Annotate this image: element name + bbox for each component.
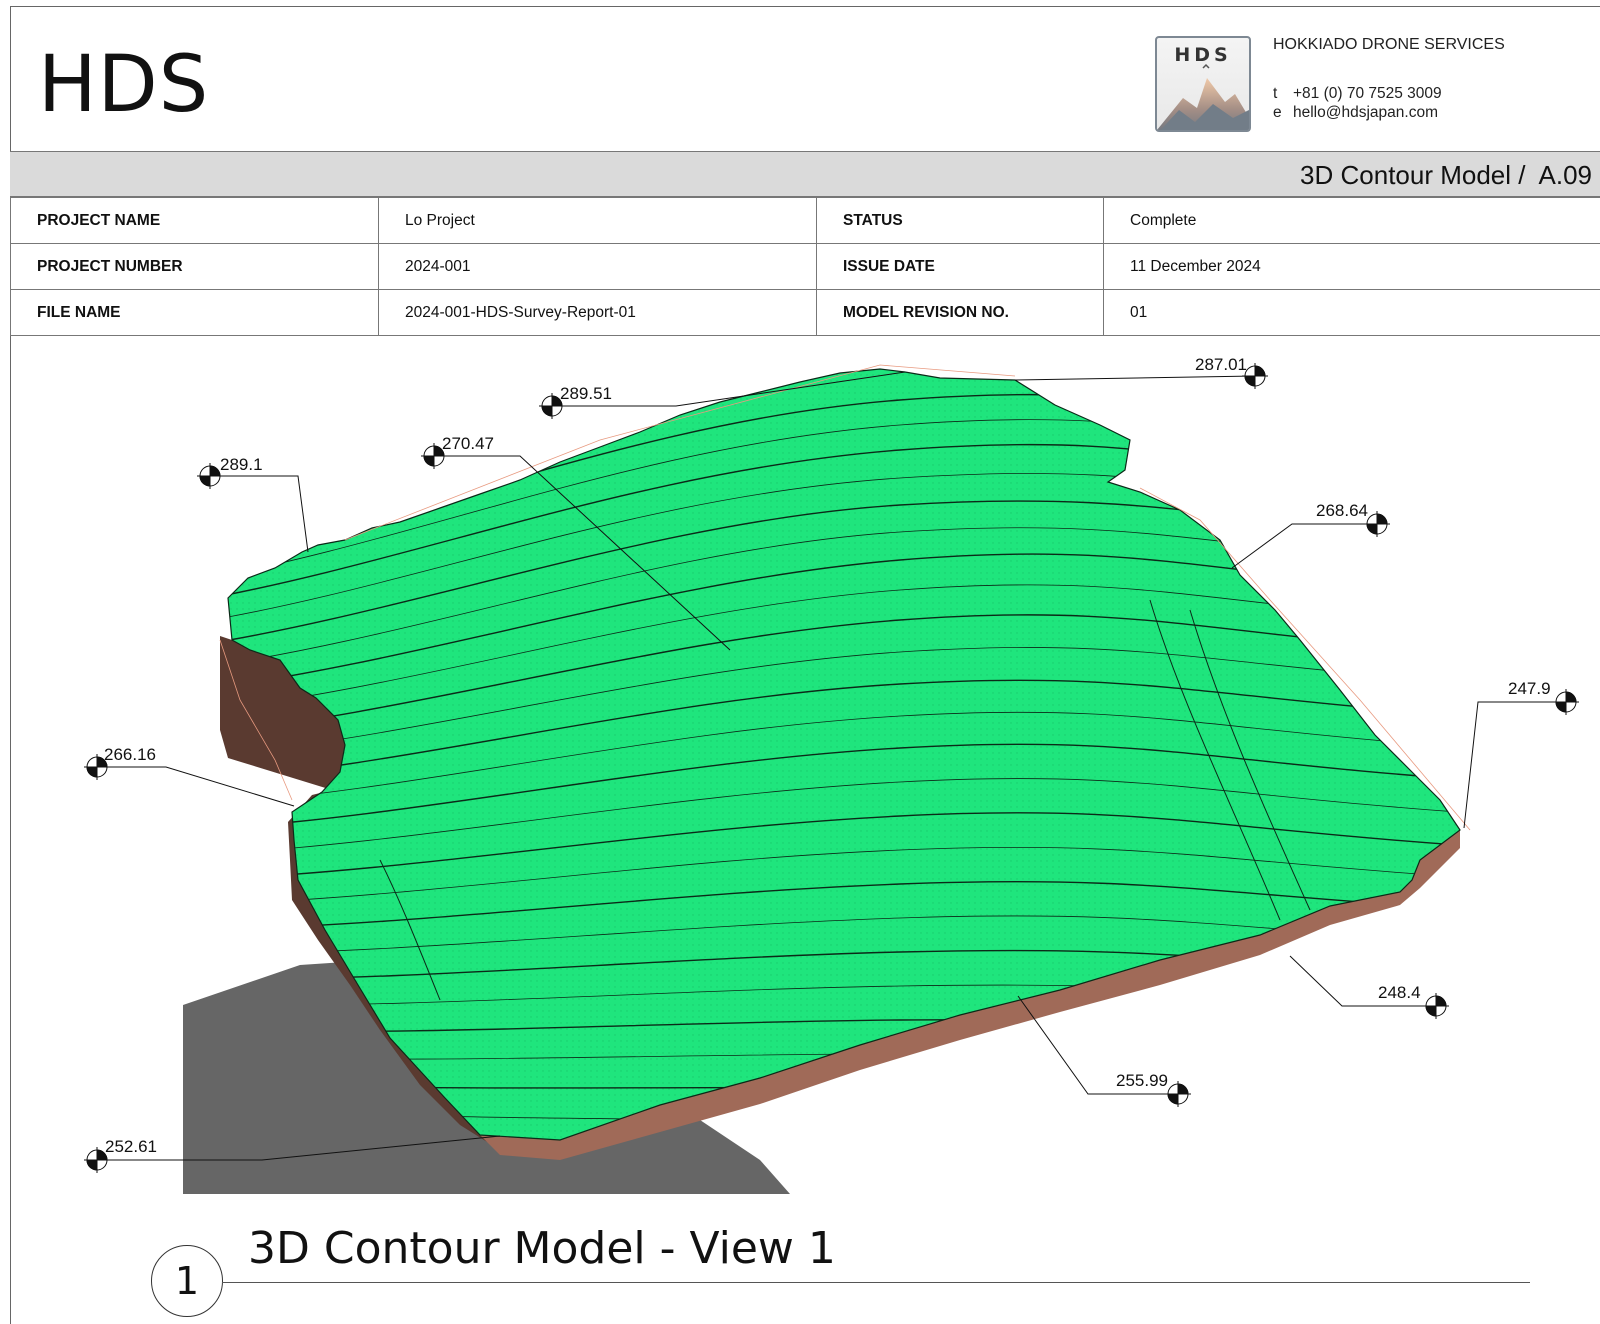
elevation-marker-287-01: 287.01 — [1014, 355, 1268, 389]
elevation-label: 248.4 — [1378, 983, 1421, 1002]
elevation-label: 255.99 — [1116, 1071, 1168, 1090]
elevation-label: 252.61 — [105, 1137, 157, 1156]
elevation-label: 270.47 — [442, 434, 494, 453]
elevation-label: 266.16 — [104, 745, 156, 764]
elevation-label: 289.51 — [560, 384, 612, 403]
elevation-marker-248-4: 248.4 — [1289, 955, 1449, 1019]
elevation-label: 287.01 — [1195, 355, 1247, 374]
elevation-label: 247.9 — [1508, 679, 1551, 698]
view-title: 3D Contour Model - View 1 — [248, 1223, 836, 1274]
elevation-label: 289.1 — [220, 455, 263, 474]
elevation-marker-289-1: 289.1 — [197, 455, 309, 553]
contour-model-drawing: 287.01 289.51 270.47 289.1 268.64 247.9 … — [84, 355, 1579, 1194]
terrain-texture — [228, 369, 1460, 1140]
view-number-bubble: 1 — [151, 1245, 223, 1317]
view-title-underline — [222, 1282, 1530, 1283]
elevation-marker-247-9: 247.9 — [1463, 679, 1579, 829]
elevation-label: 268.64 — [1316, 501, 1368, 520]
elevation-marker-268-64: 268.64 — [1231, 501, 1390, 569]
